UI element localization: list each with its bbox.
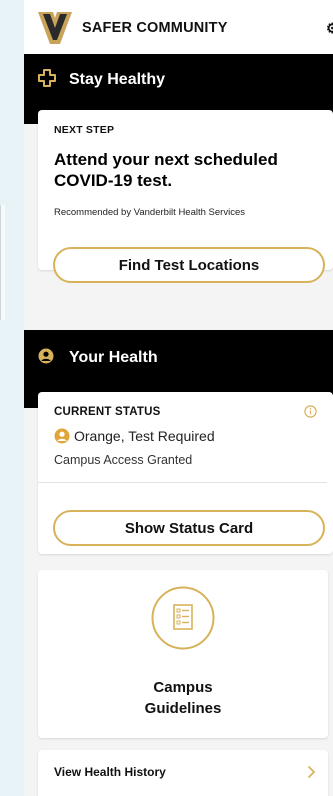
your-health-title: Your Health [69,349,158,366]
status-value: Orange, Test Required [74,428,215,444]
medical-cross-icon [38,69,56,87]
current-status-label: CURRENT STATUS [54,406,161,418]
next-step-label: NEXT STEP [54,124,115,136]
user-circle-icon [54,428,70,444]
app-header: SAFER COMMUNITY ⚙ [24,0,333,54]
status-row: Orange, Test Required [54,428,215,444]
current-status-card: CURRENT STATUS Orange, Test Required Cam… [38,392,333,554]
campus-guidelines-card[interactable]: Campus Guidelines [38,570,328,738]
gear-icon[interactable]: ⚙ [326,20,333,37]
campus-access-text: Campus Access Granted [54,453,193,467]
view-health-history-row[interactable]: View Health History [38,750,328,796]
app-brand-title: SAFER COMMUNITY [82,20,228,36]
chevron-right-icon [307,765,316,779]
recommended-by-text: Recommended by Vanderbilt Health Service… [54,207,245,218]
guidelines-title-line1: Campus [153,679,213,696]
show-status-card-button[interactable]: Show Status Card [53,510,325,546]
user-circle-icon [38,348,54,364]
vanderbilt-logo [38,12,72,44]
app-screen: SAFER COMMUNITY ⚙ Stay Healthy NEXT STEP… [24,0,333,796]
next-step-card: NEXT STEP Attend your next scheduled COV… [38,110,333,283]
stay-healthy-title: Stay Healthy [69,71,166,88]
view-health-history-label: View Health History [54,765,166,779]
info-icon[interactable] [304,405,317,418]
guidelines-doc-icon [151,586,215,650]
find-test-locations-button[interactable]: Find Test Locations [53,247,325,283]
next-step-headline: Attend your next scheduled COVID-19 test… [54,150,278,190]
card-divider [38,482,327,483]
guidelines-title-line2: Guidelines [144,700,222,717]
background-panel-edge [0,205,5,320]
